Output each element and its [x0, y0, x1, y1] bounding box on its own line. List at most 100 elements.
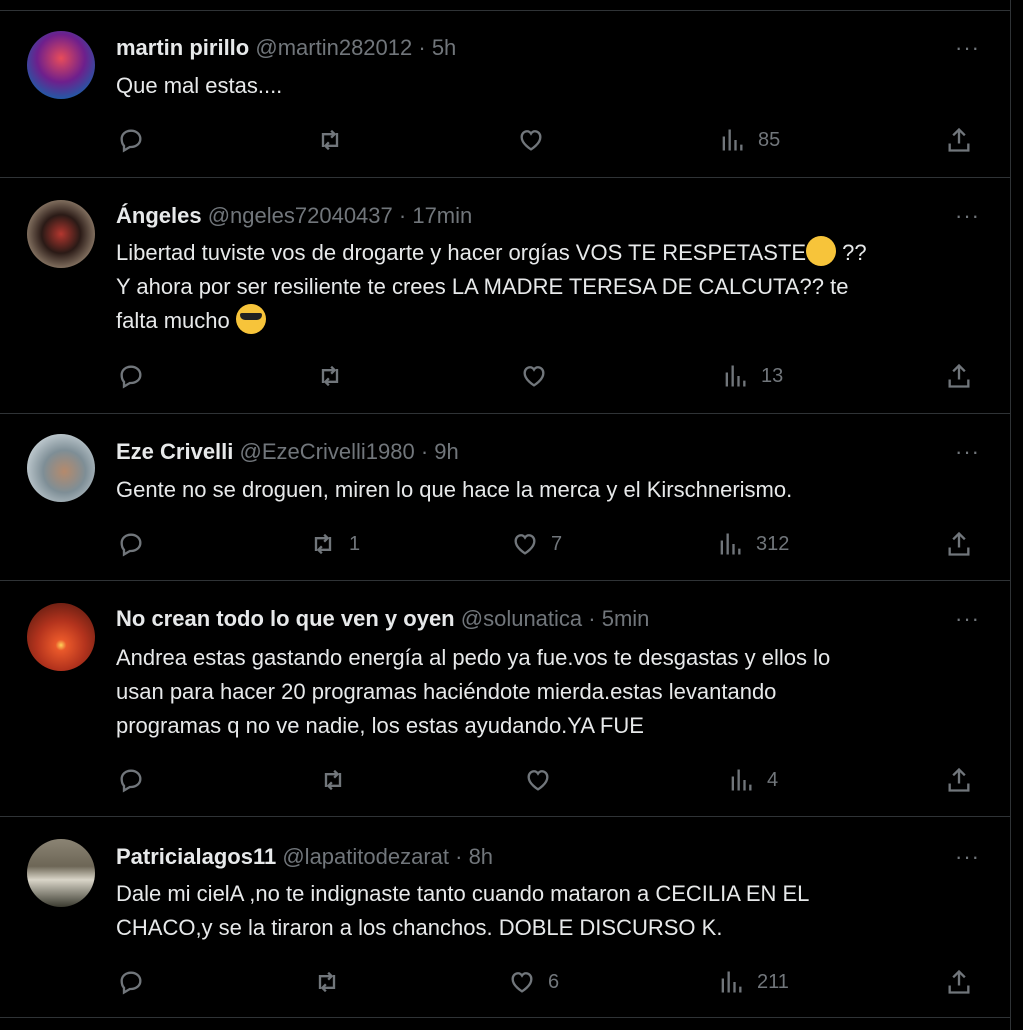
- avatar[interactable]: [27, 603, 95, 671]
- reply-button[interactable]: [117, 356, 157, 396]
- like-button[interactable]: [517, 120, 557, 160]
- timestamp[interactable]: 9h: [434, 439, 458, 464]
- avatar[interactable]: [27, 839, 95, 907]
- heart-icon: [514, 534, 536, 555]
- retweet-button[interactable]: 1: [309, 524, 360, 564]
- share-button[interactable]: [945, 962, 973, 1002]
- separator: ·: [449, 844, 469, 869]
- tweet-3[interactable]: Eze Crivelli @EzeCrivelli1980 · 9h ··· G…: [0, 414, 1010, 581]
- tweet-2[interactable]: Ángeles @ngeles72040437 · 17min ··· Libe…: [0, 178, 1010, 414]
- author-name[interactable]: Ángeles: [116, 203, 202, 228]
- timestamp[interactable]: 5min: [602, 606, 650, 631]
- tweet-text: Que mal estas....: [116, 73, 283, 98]
- views-icon: [725, 365, 746, 387]
- separator: ·: [414, 439, 435, 464]
- views-button[interactable]: 4: [727, 760, 778, 800]
- tweet-text-line: usan para hacer 20 programas haciéndote …: [116, 679, 777, 704]
- author-handle[interactable]: @lapatitodezarat: [282, 844, 449, 869]
- tweet-1[interactable]: martin pirillo @martin282012 · 5h ··· Qu…: [0, 11, 1010, 178]
- separator: ·: [412, 35, 432, 60]
- author-handle[interactable]: @solunatica: [461, 606, 582, 631]
- share-button[interactable]: [945, 524, 973, 564]
- tweet-text-line: falta mucho: [116, 308, 236, 333]
- sunglasses-face-emoji: [235, 304, 266, 334]
- avatar[interactable]: [27, 200, 95, 268]
- author-handle[interactable]: @ngeles72040437: [208, 203, 393, 228]
- action-bar: 4: [0, 760, 1010, 800]
- author-name[interactable]: martin pirillo: [116, 35, 249, 60]
- like-button[interactable]: 7: [511, 524, 562, 564]
- share-icon: [948, 127, 970, 152]
- tweet-text: Andrea estas gastando energía al pedo ya…: [116, 641, 986, 743]
- retweet-icon: [318, 971, 336, 993]
- retweet-icon: [321, 129, 339, 151]
- retweet-button[interactable]: [316, 120, 356, 160]
- action-bar: 6 211: [0, 962, 1010, 1002]
- share-icon: [948, 969, 970, 994]
- timestamp[interactable]: 17min: [412, 203, 472, 228]
- author-handle[interactable]: @EzeCrivelli1980: [240, 439, 415, 464]
- tweet-text-line: programas q no ve nadie, los estas ayuda…: [116, 713, 644, 738]
- retweet-button[interactable]: [316, 356, 356, 396]
- author-name[interactable]: Eze Crivelli: [116, 439, 233, 464]
- tweet-header: Ángeles @ngeles72040437 · 17min: [116, 203, 472, 229]
- tweet-text-line: Dale mi cielA ,no te indignaste tanto cu…: [116, 881, 810, 906]
- more-options-icon[interactable]: ···: [955, 439, 980, 465]
- author-name[interactable]: No crean todo lo que ven y oyen: [116, 606, 455, 631]
- views-button[interactable]: 211: [717, 962, 789, 1002]
- tweet-text-line: Andrea estas gastando energía al pedo ya…: [116, 645, 831, 670]
- tweet-text-line: Libertad tuviste vos de drogarte y hacer…: [116, 240, 807, 265]
- separator: ·: [392, 203, 413, 228]
- reply-button[interactable]: [117, 120, 157, 160]
- timestamp[interactable]: 8h: [469, 844, 493, 869]
- share-button[interactable]: [945, 760, 973, 800]
- heart-icon: [527, 770, 549, 791]
- reply-icon: [120, 129, 142, 153]
- action-bar: 1 7 312: [0, 524, 1010, 564]
- reply-button[interactable]: [117, 962, 157, 1002]
- more-options-icon[interactable]: ···: [955, 844, 980, 870]
- tweet-5[interactable]: Patricialagos11 @lapatitodezarat · 8h ··…: [0, 817, 1010, 1018]
- action-bar: 13: [0, 356, 1010, 396]
- tweet-text: Libertad tuviste vos de drogarte y hacer…: [116, 236, 986, 338]
- retweet-icon: [314, 533, 332, 555]
- share-icon: [948, 363, 970, 388]
- retweet-icon: [324, 769, 342, 791]
- timestamp[interactable]: 5h: [432, 35, 456, 60]
- more-options-icon[interactable]: ···: [955, 606, 980, 632]
- tweet-text-line: Y ahora por ser resiliente te crees LA M…: [116, 274, 849, 299]
- author-name[interactable]: Patricialagos11: [116, 844, 276, 869]
- avatar[interactable]: [27, 434, 95, 502]
- tweet-text: Gente no se droguen, miren lo que hace l…: [116, 477, 793, 502]
- tweet-text-line: ??: [836, 240, 867, 265]
- reply-button[interactable]: [117, 524, 157, 564]
- views-button[interactable]: 312: [716, 524, 789, 564]
- author-handle[interactable]: @martin282012: [255, 35, 412, 60]
- views-icon: [721, 971, 742, 993]
- reply-button[interactable]: [117, 760, 157, 800]
- like-button[interactable]: [520, 356, 560, 396]
- avatar[interactable]: [27, 31, 95, 99]
- timeline-feed: martin pirillo @martin282012 · 5h ··· Qu…: [0, 0, 1011, 1030]
- tweet-header: Patricialagos11 @lapatitodezarat · 8h: [116, 844, 493, 870]
- share-button[interactable]: [945, 120, 973, 160]
- views-button[interactable]: 13: [721, 356, 783, 396]
- heart-icon: [523, 366, 545, 387]
- thinking-face-emoji: [806, 236, 837, 266]
- like-button[interactable]: [524, 760, 564, 800]
- retweet-icon: [321, 365, 339, 387]
- retweet-button[interactable]: [313, 962, 353, 1002]
- like-button[interactable]: 6: [508, 962, 559, 1002]
- tweet-4[interactable]: No crean todo lo que ven y oyen @solunat…: [0, 581, 1010, 817]
- share-button[interactable]: [945, 356, 973, 396]
- action-bar: 85: [0, 120, 1010, 160]
- reply-icon: [120, 971, 142, 995]
- views-button[interactable]: 85: [718, 120, 780, 160]
- more-options-icon[interactable]: ···: [955, 35, 980, 61]
- tweet-text-line: CHACO,y se la tiraron a los chanchos. DO…: [116, 915, 723, 940]
- views-icon: [731, 769, 752, 791]
- retweet-button[interactable]: [319, 760, 359, 800]
- more-options-icon[interactable]: ···: [955, 203, 980, 229]
- separator: ·: [582, 606, 602, 631]
- heart-icon: [520, 130, 542, 151]
